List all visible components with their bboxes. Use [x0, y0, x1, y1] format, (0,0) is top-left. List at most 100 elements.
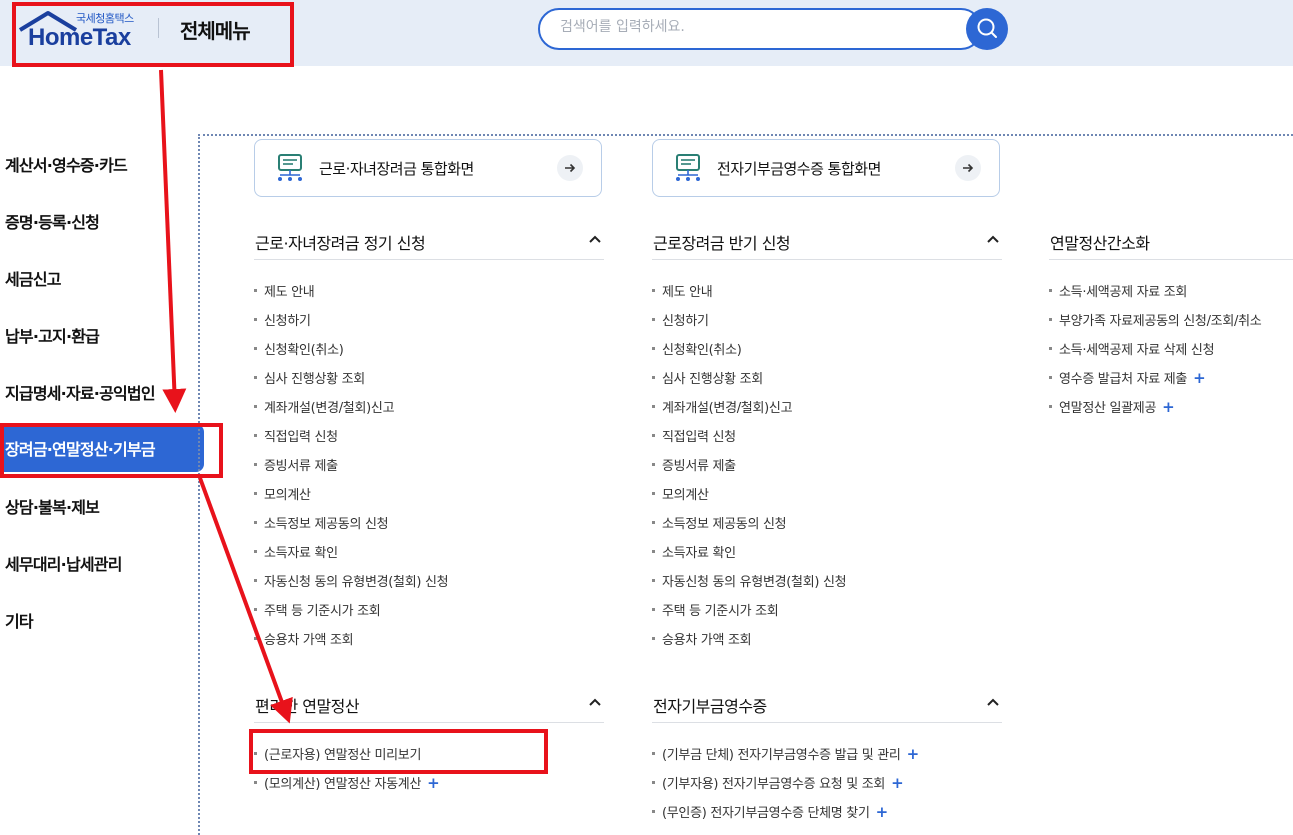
plus-icon[interactable]: + [876, 803, 889, 821]
menu-link-incentive[interactable]: 자동신청 동의 유형변경(철회) 신청 [254, 566, 449, 595]
menu-link-donation-receipt[interactable]: (기부자용) 전자기부금영수증 요청 및 조회 + [652, 768, 919, 797]
menu-link-incentive[interactable]: 제도 안내 [254, 276, 448, 305]
menu-link-incentive[interactable]: 주택 등 기준시가 조회 [254, 595, 448, 624]
plus-icon[interactable]: + [891, 774, 904, 792]
content-border-left [198, 134, 200, 835]
bullet-icon [652, 810, 655, 813]
content-border-top [198, 134, 1293, 136]
menu-link-simplified[interactable]: 소득·세액공제 자료 삭제 신청 [1049, 334, 1261, 363]
nav-item-certificate[interactable]: 증명·등록·신청 [0, 192, 204, 249]
menu-link-incentive[interactable]: 계좌개설(변경/철회)신고 [254, 392, 448, 421]
menu-link-half-year[interactable]: 자동신청 동의 유형변경(철회) 신청 [652, 566, 847, 595]
nav-item-etc[interactable]: 기타 [0, 591, 204, 648]
menu-link-label: 직접입력 신청 [662, 430, 736, 445]
menu-link-incentive[interactable]: 심사 진행상황 조회 [254, 363, 448, 392]
menu-link-half-year[interactable]: 소득자료 확인 [652, 537, 846, 566]
menu-link-incentive[interactable]: 모의계산 [254, 479, 448, 508]
menu-link-incentive[interactable]: 직접입력 신청 [254, 421, 448, 450]
menu-link-incentive[interactable]: 신청확인(취소) [254, 334, 448, 363]
bullet-icon [254, 289, 257, 292]
menu-link-half-year[interactable]: 제도 안내 [652, 276, 846, 305]
bullet-icon [652, 376, 655, 379]
menu-link-half-year[interactable]: 소득정보 제공동의 신청 [652, 508, 846, 537]
chevron-up-icon[interactable] [986, 232, 1000, 246]
nav-item-tax-return[interactable]: 세금신고 [0, 249, 204, 306]
nav-item-consultation[interactable]: 상담·불복·제보 [0, 477, 204, 534]
plus-icon[interactable]: + [1193, 369, 1206, 387]
bullet-icon [254, 521, 257, 524]
menu-link-donation-receipt[interactable]: (기부금 단체) 전자기부금영수증 발급 및 관리 + [652, 739, 919, 768]
search-input[interactable] [560, 19, 940, 35]
section-header-donation-receipt[interactable]: 전자기부금영수증 [652, 673, 1002, 723]
menu-link-simplified[interactable]: 연말정산 일괄제공 + [1049, 392, 1261, 421]
menu-link-simplified[interactable]: 영수증 발급처 자료 제출 + [1049, 363, 1261, 392]
section-title: 편리한 연말정산 [255, 697, 360, 716]
bullet-icon [652, 289, 655, 292]
menu-link-half-year[interactable]: 신청하기 [652, 305, 846, 334]
bullet-icon [652, 318, 655, 321]
bullet-icon [254, 637, 257, 640]
menu-link-label: (기부금 단체) 전자기부금영수증 발급 및 관리 [662, 748, 901, 763]
section-header-incentive[interactable]: 근로·자녀장려금 정기 신청 [254, 210, 604, 260]
bullet-icon [652, 752, 655, 755]
chevron-up-icon[interactable] [588, 232, 602, 246]
nav-item-payment[interactable]: 납부·고지·환급 [0, 306, 204, 363]
nav-item-statement[interactable]: 지급명세·자료·공익법인 [0, 363, 204, 420]
section-header-convenient[interactable]: 편리한 연말정산 [254, 673, 604, 723]
menu-link-label: 승용차 가액 조회 [662, 633, 752, 648]
bullet-icon [254, 434, 257, 437]
nav-item-invoice[interactable]: 계산서·영수증·카드 [0, 135, 204, 192]
menu-link-half-year[interactable]: 모의계산 [652, 479, 846, 508]
quick-card-incentive[interactable]: 근로·자녀장려금 통합화면 [254, 139, 602, 197]
section-header-half-year[interactable]: 근로장려금 반기 신청 [652, 210, 1002, 260]
menu-link-half-year[interactable]: 증빙서류 제출 [652, 450, 846, 479]
highlight-box-preview [249, 729, 548, 774]
menu-link-label: 승용차 가액 조회 [264, 633, 354, 648]
menu-link-simplified[interactable]: 부양가족 자료제공동의 신청/조회/취소 [1049, 305, 1262, 334]
bullet-icon [254, 579, 257, 582]
menu-link-label: 소득자료 확인 [264, 546, 338, 561]
menu-link-label: 신청하기 [662, 314, 709, 329]
search-box[interactable] [538, 8, 982, 50]
bullet-icon [254, 781, 257, 784]
chevron-up-icon[interactable] [588, 695, 602, 709]
bullet-icon [254, 608, 257, 611]
menu-link-simplified[interactable]: 소득·세액공제 자료 조회 [1049, 276, 1261, 305]
menu-link-label: 자동신청 동의 유형변경(철회) 신청 [264, 575, 449, 590]
bullet-icon [254, 550, 257, 553]
menu-link-label: 영수증 발급처 자료 제출 [1059, 372, 1188, 387]
menu-link-incentive[interactable]: 증빙서류 제출 [254, 450, 448, 479]
quick-card-donation[interactable]: 전자기부금영수증 통합화면 [652, 139, 1000, 197]
menu-link-label: 모의계산 [264, 488, 311, 503]
section-title: 근로·자녀장려금 정기 신청 [255, 234, 426, 253]
plus-icon[interactable]: + [1162, 398, 1175, 416]
section-header-simplified[interactable]: 연말정산간소화 [1049, 210, 1293, 260]
menu-link-label: 증빙서류 제출 [662, 459, 736, 474]
plus-icon[interactable]: + [427, 774, 440, 792]
menu-link-half-year[interactable]: 심사 진행상황 조회 [652, 363, 846, 392]
menu-link-label: 소득자료 확인 [662, 546, 736, 561]
plus-icon[interactable]: + [907, 745, 920, 763]
quick-card-label: 근로·자녀장려금 통합화면 [319, 159, 474, 178]
menu-link-incentive[interactable]: 소득자료 확인 [254, 537, 448, 566]
bullet-icon [1049, 318, 1052, 321]
menu-link-half-year[interactable]: 승용차 가액 조회 [652, 624, 846, 653]
menu-link-incentive[interactable]: 승용차 가액 조회 [254, 624, 448, 653]
menu-link-label: 연말정산 일괄제공 [1059, 401, 1157, 416]
highlight-box-nav [0, 423, 223, 478]
menu-link-incentive[interactable]: 소득정보 제공동의 신청 [254, 508, 448, 537]
search-button[interactable] [966, 8, 1008, 50]
menu-link-incentive[interactable]: 신청하기 [254, 305, 448, 334]
menu-link-donation-receipt[interactable]: (무인증) 전자기부금영수증 단체명 찾기 + [652, 797, 919, 826]
menu-link-half-year[interactable]: 주택 등 기준시가 조회 [652, 595, 846, 624]
menu-link-label: 신청하기 [264, 314, 311, 329]
nav-item-tax-agent[interactable]: 세무대리·납세관리 [0, 534, 204, 591]
menu-link-label: 자동신청 동의 유형변경(철회) 신청 [662, 575, 847, 590]
chevron-up-icon[interactable] [986, 695, 1000, 709]
menu-link-label: (기부자용) 전자기부금영수증 요청 및 조회 [662, 777, 886, 792]
menu-link-half-year[interactable]: 직접입력 신청 [652, 421, 846, 450]
bullet-icon [254, 347, 257, 350]
menu-link-label: 신청확인(취소) [264, 343, 344, 358]
menu-link-half-year[interactable]: 신청확인(취소) [652, 334, 846, 363]
menu-link-half-year[interactable]: 계좌개설(변경/철회)신고 [652, 392, 846, 421]
